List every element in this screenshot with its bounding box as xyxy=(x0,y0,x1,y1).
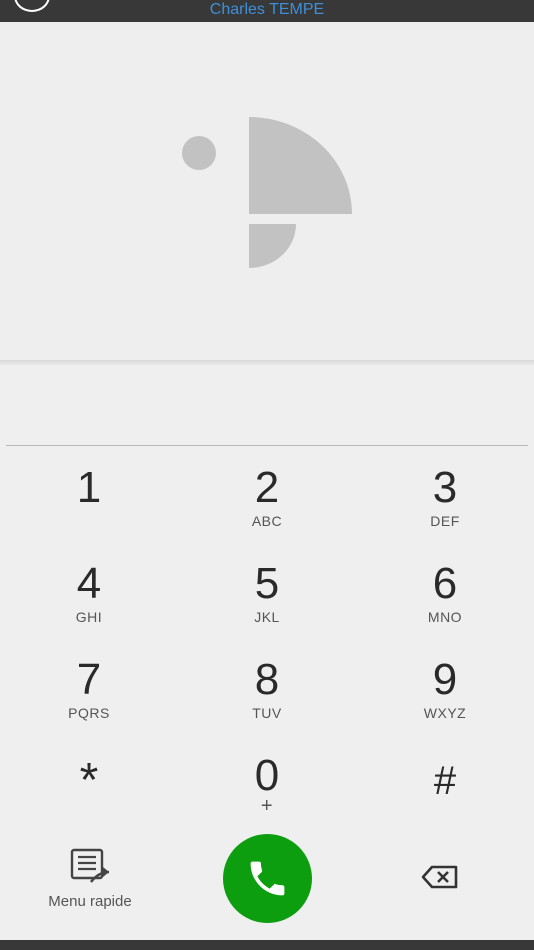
number-display[interactable] xyxy=(6,368,528,446)
key-digit: 7 xyxy=(76,655,102,704)
top-bar: Charles TEMPE xyxy=(0,0,534,22)
key-6[interactable]: 6 MNO xyxy=(356,558,534,638)
key-5[interactable]: 5 JKL xyxy=(178,558,356,638)
backspace-button[interactable] xyxy=(420,862,464,896)
key-letters: TUV xyxy=(252,705,282,721)
key-digit: 5 xyxy=(254,559,280,608)
contact-name[interactable]: Charles TEMPE xyxy=(0,0,534,20)
key-digit: 9 xyxy=(432,655,458,704)
logo-area xyxy=(0,22,534,362)
key-letters: GHI xyxy=(75,609,103,625)
key-letters: + xyxy=(260,795,274,817)
key-7[interactable]: 7 PQRS xyxy=(0,654,178,734)
key-letters: DEF xyxy=(430,513,460,529)
key-letters: WXYZ xyxy=(423,705,467,721)
menu-rapide-button[interactable]: Menu rapide xyxy=(30,848,150,910)
key-letters: ABC xyxy=(251,513,283,529)
key-digit: # xyxy=(433,759,457,803)
key-digit: 6 xyxy=(432,559,458,608)
key-hash[interactable]: # xyxy=(356,752,534,832)
section-divider xyxy=(0,360,534,366)
phone-icon xyxy=(250,861,285,896)
key-digit: 4 xyxy=(76,559,102,608)
dialer-screen: Charles TEMPE 1 2 ABC 3 DEF 4 GHI 5 JKL xyxy=(0,0,534,950)
key-8[interactable]: 8 TUV xyxy=(178,654,356,734)
call-button[interactable] xyxy=(223,834,312,923)
bottom-bar xyxy=(0,940,534,950)
key-digit: * xyxy=(79,754,99,807)
key-digit: 1 xyxy=(76,463,102,512)
key-digit: 3 xyxy=(432,463,458,512)
key-1[interactable]: 1 xyxy=(0,462,178,542)
key-2[interactable]: 2 ABC xyxy=(178,462,356,542)
key-star[interactable]: * xyxy=(0,752,178,832)
key-0[interactable]: 0 + xyxy=(178,750,356,830)
app-logo-icon xyxy=(182,117,352,268)
backspace-icon xyxy=(421,865,458,889)
key-digit: 2 xyxy=(254,463,280,512)
key-3[interactable]: 3 DEF xyxy=(356,462,534,542)
key-digit: 8 xyxy=(254,655,280,704)
key-letters: JKL xyxy=(254,609,280,625)
list-icon xyxy=(70,848,110,883)
key-letters: MNO xyxy=(427,609,463,625)
key-9[interactable]: 9 WXYZ xyxy=(356,654,534,734)
menu-rapide-label: Menu rapide xyxy=(48,893,132,910)
key-letters: PQRS xyxy=(68,705,110,721)
key-4[interactable]: 4 GHI xyxy=(0,558,178,638)
